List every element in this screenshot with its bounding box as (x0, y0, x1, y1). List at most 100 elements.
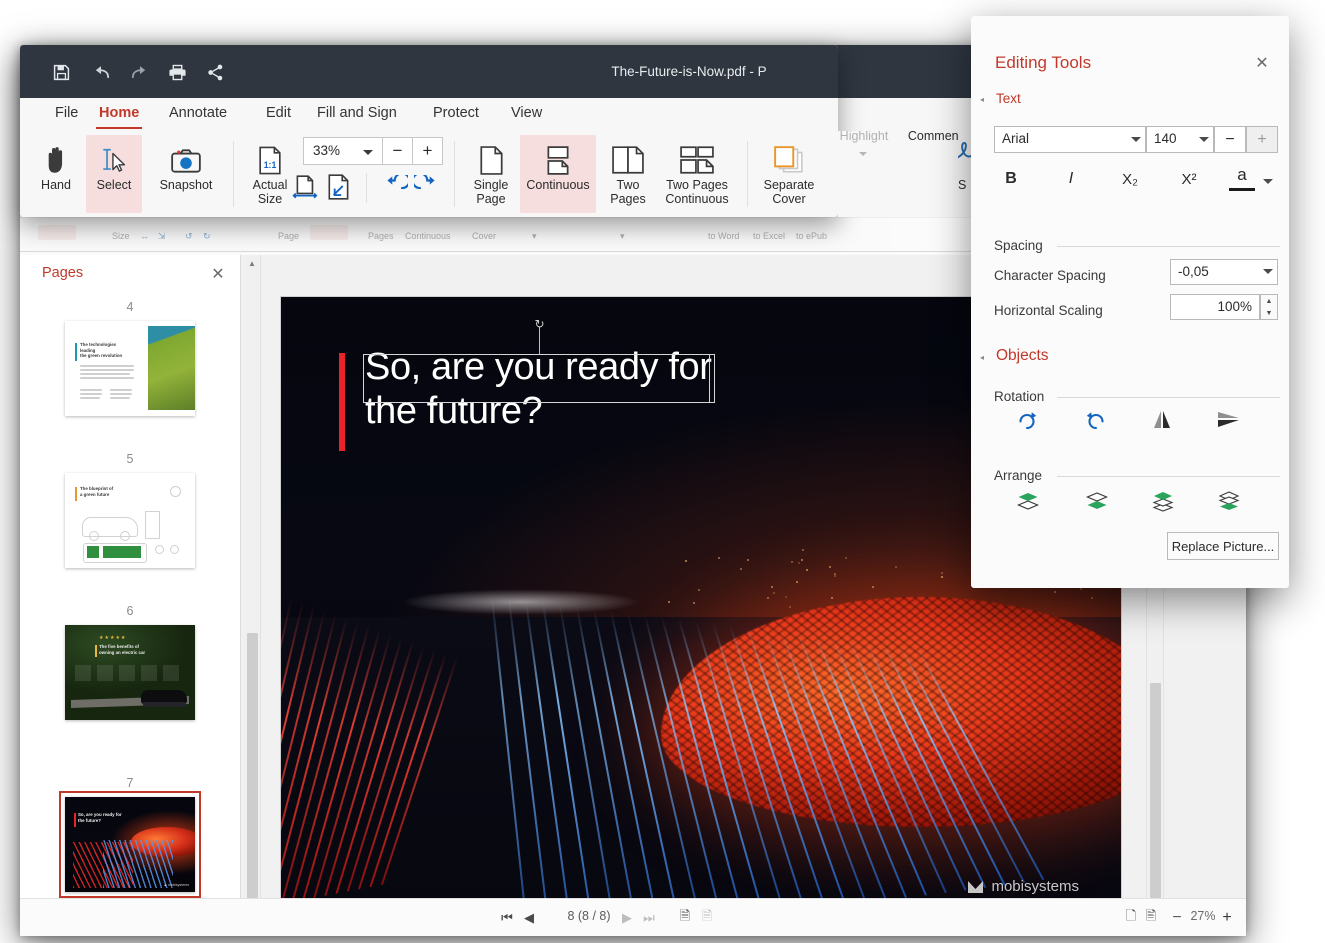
send-to-back-icon[interactable] (1214, 486, 1244, 516)
tool-single-page-label: SinglePage (474, 178, 509, 206)
zoom-in-button[interactable]: + (1218, 908, 1236, 928)
rotation-stem (539, 327, 540, 354)
zoom-in-button[interactable]: + (413, 137, 443, 165)
continuous-view-icon[interactable]: 🖹 (1142, 908, 1160, 928)
font-size-decrease-button[interactable]: − (1214, 126, 1246, 153)
mobisystems-logo-icon (967, 880, 984, 894)
character-spacing-value: -0,05 (1178, 264, 1209, 279)
flip-horizontal-icon[interactable] (1148, 406, 1176, 434)
objects-section-label: Objects (996, 347, 1049, 365)
horizontal-scaling-stepper[interactable]: ▲ ▼ (1260, 294, 1278, 320)
subscript-button[interactable]: X₂ (1113, 166, 1147, 192)
tool-separate-cover-label: SeparateCover (764, 178, 815, 206)
italic-button[interactable]: I (1054, 166, 1088, 192)
ghost-label-page: Page (278, 231, 299, 241)
extract-page-icon[interactable]: 🗎 (698, 908, 716, 928)
tab-edit[interactable]: Edit (257, 98, 300, 131)
tool-comment-label: Comment (908, 131, 962, 143)
city-light (718, 557, 720, 559)
document-scrollbar-thumb[interactable] (1150, 683, 1161, 901)
chevron-down-icon[interactable] (1131, 137, 1141, 142)
bring-to-front-icon[interactable] (1148, 486, 1178, 516)
tool-hand[interactable]: Hand (28, 135, 84, 213)
scroll-up-icon[interactable]: ▲ (244, 255, 260, 271)
close-icon[interactable]: ✕ (208, 264, 228, 284)
text-section-collapse-icon[interactable]: ◂ (980, 95, 989, 104)
sidebar-scrollbar-thumb[interactable] (247, 633, 258, 903)
previous-page-icon[interactable]: ◀ (520, 908, 538, 928)
stepper-up-icon[interactable]: ▲ (1261, 295, 1277, 307)
sidebar-scrollbar[interactable]: ▲ ▼ (244, 255, 261, 935)
page-thumbnail[interactable]: So, are you ready forthe future? ▲ mobis… (65, 797, 195, 892)
rotation-handle-icon[interactable]: ↻ (532, 316, 547, 331)
close-icon[interactable]: ✕ (1251, 52, 1273, 74)
replace-picture-button[interactable]: Replace Picture... (1167, 532, 1279, 560)
tool-highlight[interactable]: Highlight (838, 131, 895, 164)
city-light (834, 575, 836, 577)
tab-annotate[interactable]: Annotate (160, 98, 236, 131)
tool-single-page[interactable]: SinglePage (463, 135, 519, 213)
page-thumbnail[interactable]: The blueprint ofa green future (65, 473, 195, 568)
tool-select-label: Select (97, 178, 132, 192)
chevron-down-icon[interactable] (1263, 179, 1273, 184)
tab-view[interactable]: View (502, 98, 551, 131)
chevron-down-icon[interactable] (1199, 137, 1209, 142)
two-pages-continuous-icon (680, 135, 714, 175)
single-page-view-icon[interactable]: 🗋 (1122, 908, 1140, 928)
zoom-value: 33% (313, 143, 340, 158)
superscript-button[interactable]: X² (1172, 166, 1206, 192)
bold-button[interactable]: B (994, 166, 1028, 192)
tab-home[interactable]: Home (90, 98, 148, 131)
last-page-icon[interactable]: ⏭ (640, 908, 658, 928)
chevron-down-icon[interactable] (1263, 269, 1273, 274)
watermark: mobisystems (967, 878, 1079, 895)
tool-separate-cover[interactable]: SeparateCover (753, 135, 825, 213)
editing-tools-title: Editing Tools (995, 53, 1091, 73)
stepper-down-icon[interactable]: ▼ (1261, 307, 1277, 319)
thumbnail-list[interactable]: 4 The technologies leadingthe green revo… (20, 291, 240, 935)
bring-forward-icon[interactable] (1013, 486, 1043, 516)
chevron-down-icon[interactable] (859, 152, 867, 156)
tool-two-pages-continuous[interactable]: Two PagesContinuous (655, 135, 739, 213)
font-color-button[interactable]: a (1229, 162, 1255, 191)
send-backward-icon[interactable] (1082, 486, 1112, 516)
page-thumbnail[interactable]: The technologies leadingthe green revolu… (65, 321, 195, 416)
font-size-increase-button[interactable]: + (1246, 126, 1278, 153)
tab-file[interactable]: File (46, 98, 87, 131)
tool-signature-label: S (958, 178, 966, 192)
text-selection-box[interactable] (363, 354, 710, 403)
text-cursor-handle[interactable] (708, 354, 715, 403)
objects-section-collapse-icon[interactable]: ◂ (980, 353, 989, 362)
first-page-icon[interactable]: ⏮ (498, 908, 516, 928)
city-light (1091, 597, 1093, 599)
tool-select[interactable]: Select (86, 135, 142, 213)
insert-page-icon[interactable]: 🗎 (676, 908, 694, 928)
tool-two-pages[interactable]: TwoPages (600, 135, 656, 213)
city-light (693, 602, 695, 604)
rotate-counterclockwise-icon[interactable] (1082, 406, 1110, 434)
ghost-label-to-word: to Word (708, 231, 739, 241)
next-page-icon[interactable]: ▶ (618, 908, 636, 928)
rotate-clockwise-icon[interactable] (414, 175, 440, 199)
tool-snapshot[interactable]: Snapshot (151, 135, 221, 213)
rotate-clockwise-icon[interactable] (1013, 406, 1041, 434)
tool-two-pages-label: TwoPages (610, 178, 645, 206)
tab-protect[interactable]: Protect (424, 98, 488, 131)
rotate-counterclockwise-icon[interactable] (382, 175, 408, 199)
chevron-down-icon[interactable] (363, 150, 373, 155)
character-spacing-label: Character Spacing (994, 268, 1106, 283)
page-thumbnail[interactable]: ★★★★★ The five benefits ofowning an elec… (65, 625, 195, 720)
city-light (801, 559, 803, 561)
flip-vertical-icon[interactable] (1214, 406, 1244, 434)
zoom-combobox[interactable]: 33% (303, 137, 383, 165)
ghost-label-to-epub: to ePub (796, 231, 827, 241)
thumbnail-page-number: 6 (65, 604, 195, 618)
tool-actual-size[interactable]: 1:1 ActualSize (242, 135, 298, 213)
tab-fill-and-sign[interactable]: Fill and Sign (308, 98, 406, 131)
fit-width-icon[interactable] (292, 173, 320, 201)
city-light (685, 560, 687, 562)
zoom-out-button[interactable]: − (383, 137, 413, 165)
fit-page-icon[interactable] (325, 173, 353, 201)
city-light (747, 559, 749, 561)
tool-continuous[interactable]: Continuous (520, 135, 596, 213)
